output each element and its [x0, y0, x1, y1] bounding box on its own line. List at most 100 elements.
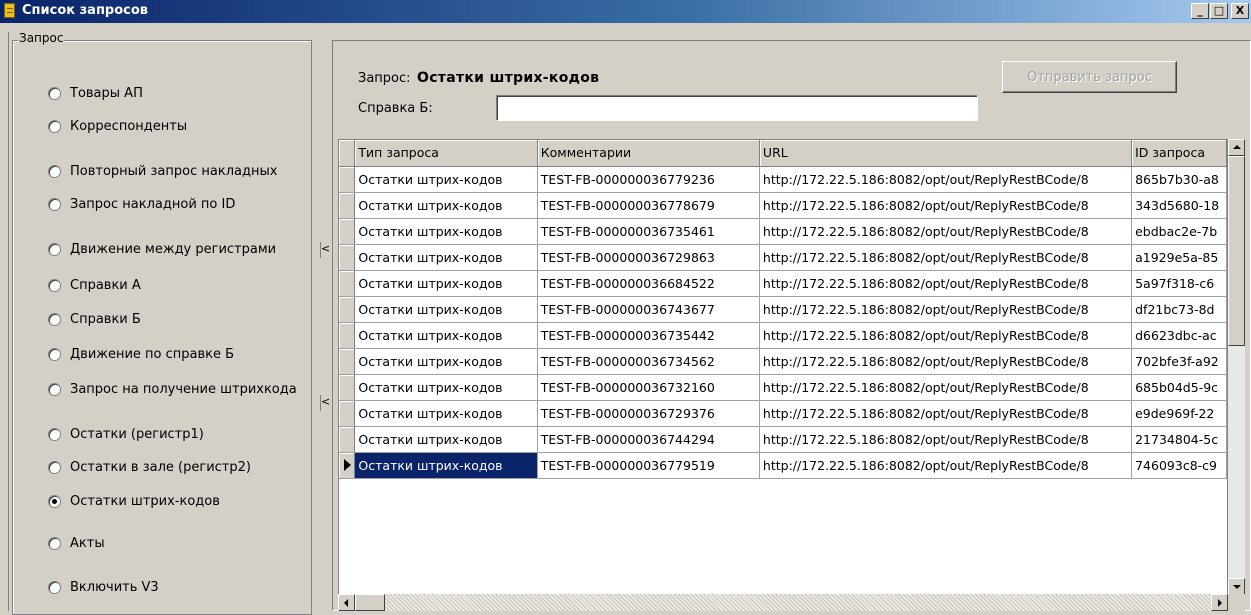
radio-option[interactable]: Остатки в зале (регистр2): [48, 458, 251, 476]
cell-comment[interactable]: TEST-FB-000000036779519: [537, 452, 760, 479]
scroll-left-button[interactable]: [338, 594, 355, 611]
cell-request-type[interactable]: Остатки штрих-кодов: [354, 166, 538, 193]
cell-url[interactable]: http://172.22.5.186:8082/opt/out/ReplyRe…: [759, 322, 1133, 349]
column-header-url[interactable]: URL: [759, 140, 1133, 167]
table-row[interactable]: Остатки штрих-кодов TEST-FB-0000000367345…: [339, 348, 1227, 375]
cell-url[interactable]: http://172.22.5.186:8082/opt/out/ReplyRe…: [759, 166, 1133, 193]
radio-option[interactable]: Движение по справке Б: [48, 345, 234, 363]
radio-option[interactable]: Справки Б: [48, 310, 141, 328]
table-row[interactable]: Остатки штрих-кодов TEST-FB-0000000367321…: [339, 374, 1227, 401]
cell-url[interactable]: http://172.22.5.186:8082/opt/out/ReplyRe…: [759, 218, 1133, 245]
cell-request-id[interactable]: 685b04d5-9c: [1131, 374, 1227, 401]
cell-url[interactable]: http://172.22.5.186:8082/opt/out/ReplyRe…: [759, 400, 1133, 427]
cell-request-id[interactable]: 865b7b30-a8: [1131, 166, 1227, 193]
cell-comment[interactable]: TEST-FB-000000036684522: [537, 270, 760, 297]
row-indicator[interactable]: [339, 192, 356, 219]
radio-option[interactable]: Товары АП: [48, 84, 143, 102]
radio-button-icon[interactable]: [48, 86, 61, 100]
radio-button-icon[interactable]: [48, 580, 61, 594]
scroll-right-button[interactable]: [1211, 594, 1228, 611]
cell-url[interactable]: http://172.22.5.186:8082/opt/out/ReplyRe…: [759, 192, 1133, 219]
radio-option[interactable]: Движение между регистрами: [48, 240, 276, 258]
row-indicator[interactable]: [339, 348, 356, 375]
row-indicator[interactable]: [339, 270, 356, 297]
cell-request-type[interactable]: Остатки штрих-кодов: [354, 322, 538, 349]
vertical-scroll-thumb[interactable]: [1228, 156, 1245, 346]
cell-request-type[interactable]: Остатки штрих-кодов: [354, 244, 538, 271]
cell-request-id[interactable]: 21734804-5c: [1131, 426, 1227, 453]
row-indicator[interactable]: [339, 374, 356, 401]
scroll-down-button[interactable]: [1228, 578, 1245, 595]
collapse-left-arrow-icon[interactable]: <: [320, 395, 330, 411]
row-indicator[interactable]: [339, 400, 356, 427]
column-header-type[interactable]: Тип запроса: [354, 140, 538, 167]
cell-url[interactable]: http://172.22.5.186:8082/opt/out/ReplyRe…: [759, 244, 1133, 271]
cell-comment[interactable]: TEST-FB-000000036744294: [537, 426, 760, 453]
radio-option[interactable]: Запрос накладной по ID: [48, 195, 235, 213]
cell-url[interactable]: http://172.22.5.186:8082/opt/out/ReplyRe…: [759, 348, 1133, 375]
cell-request-type[interactable]: Остатки штрих-кодов: [354, 270, 538, 297]
size-grip[interactable]: [1228, 594, 1245, 611]
cell-comment[interactable]: TEST-FB-000000036732160: [537, 374, 760, 401]
radio-option[interactable]: Остатки штрих-кодов: [48, 492, 220, 510]
cell-request-id[interactable]: 343d5680-18: [1131, 192, 1227, 219]
cell-url[interactable]: http://172.22.5.186:8082/opt/out/ReplyRe…: [759, 374, 1133, 401]
radio-button-icon[interactable]: [48, 347, 61, 361]
cell-request-type[interactable]: Остатки штрих-кодов: [354, 452, 538, 479]
radio-button-icon[interactable]: [48, 197, 61, 211]
cell-request-type[interactable]: Остатки штрих-кодов: [354, 218, 538, 245]
table-row[interactable]: Остатки штрих-кодов TEST-FB-0000000367298…: [339, 244, 1227, 271]
radio-button-icon[interactable]: [48, 382, 61, 396]
cell-request-id[interactable]: a1929e5a-85: [1131, 244, 1227, 271]
radio-option[interactable]: Справки А: [48, 276, 141, 294]
send-request-button[interactable]: Отправить запрос: [1002, 61, 1177, 93]
cell-url[interactable]: http://172.22.5.186:8082/opt/out/ReplyRe…: [759, 426, 1133, 453]
radio-button-icon[interactable]: [48, 427, 61, 441]
cell-request-type[interactable]: Остатки штрих-кодов: [354, 374, 538, 401]
cell-request-type[interactable]: Остатки штрих-кодов: [354, 192, 538, 219]
cell-comment[interactable]: TEST-FB-000000036729863: [537, 244, 760, 271]
row-indicator[interactable]: [339, 426, 356, 453]
radio-option[interactable]: Акты: [48, 534, 105, 552]
table-row[interactable]: Остатки штрих-кодов TEST-FB-0000000367436…: [339, 296, 1227, 323]
panel-splitter[interactable]: < <: [317, 32, 330, 611]
table-row[interactable]: Остатки штрих-кодов TEST-FB-0000000367293…: [339, 400, 1227, 427]
column-header-request-id[interactable]: ID запроса: [1131, 140, 1227, 167]
radio-button-icon[interactable]: [48, 119, 61, 133]
scroll-up-button[interactable]: [1228, 139, 1245, 156]
radio-option[interactable]: Остатки (регистр1): [48, 425, 204, 443]
cell-request-type[interactable]: Остатки штрих-кодов: [354, 296, 538, 323]
horizontal-scrollbar[interactable]: [338, 594, 1228, 611]
close-button[interactable]: X: [1231, 3, 1249, 19]
cell-request-type[interactable]: Остатки штрих-кодов: [354, 348, 538, 375]
collapse-left-arrow-icon[interactable]: <: [320, 242, 330, 258]
cell-request-id[interactable]: 5a97f318-c6: [1131, 270, 1227, 297]
cell-comment[interactable]: TEST-FB-000000036778679: [537, 192, 760, 219]
table-row[interactable]: Остатки штрих-кодов TEST-FB-0000000366845…: [339, 270, 1227, 297]
cell-url[interactable]: http://172.22.5.186:8082/opt/out/ReplyRe…: [759, 270, 1133, 297]
cell-request-id[interactable]: d6623dbc-ac: [1131, 322, 1227, 349]
cell-comment[interactable]: TEST-FB-000000036779236: [537, 166, 760, 193]
table-row[interactable]: Остатки штрих-кодов TEST-FB-0000000367354…: [339, 322, 1227, 349]
table-row[interactable]: Остатки штрих-кодов TEST-FB-0000000367795…: [339, 452, 1227, 479]
radio-button-icon[interactable]: [48, 164, 61, 178]
cell-request-type[interactable]: Остатки штрих-кодов: [354, 400, 538, 427]
radio-button-icon[interactable]: [48, 536, 61, 550]
cell-request-id[interactable]: 702bfe3f-a92: [1131, 348, 1227, 375]
cell-comment[interactable]: TEST-FB-000000036735442: [537, 322, 760, 349]
cell-comment[interactable]: TEST-FB-000000036734562: [537, 348, 760, 375]
radio-button-icon[interactable]: [48, 242, 61, 256]
spravka-input[interactable]: [496, 95, 978, 121]
table-row[interactable]: Остатки штрих-кодов TEST-FB-0000000367442…: [339, 426, 1227, 453]
horizontal-scroll-thumb[interactable]: [355, 594, 385, 611]
row-indicator[interactable]: [339, 218, 356, 245]
row-indicator[interactable]: [339, 322, 356, 349]
cell-request-type[interactable]: Остатки штрих-кодов: [354, 426, 538, 453]
row-indicator[interactable]: [339, 296, 356, 323]
radio-option[interactable]: Корреспонденты: [48, 117, 187, 135]
vertical-scrollbar[interactable]: [1228, 139, 1245, 595]
cell-url[interactable]: http://172.22.5.186:8082/opt/out/ReplyRe…: [759, 452, 1133, 479]
row-indicator[interactable]: [339, 244, 356, 271]
radio-button-icon[interactable]: [48, 312, 61, 326]
table-row[interactable]: Остатки штрих-кодов TEST-FB-0000000367786…: [339, 192, 1227, 219]
